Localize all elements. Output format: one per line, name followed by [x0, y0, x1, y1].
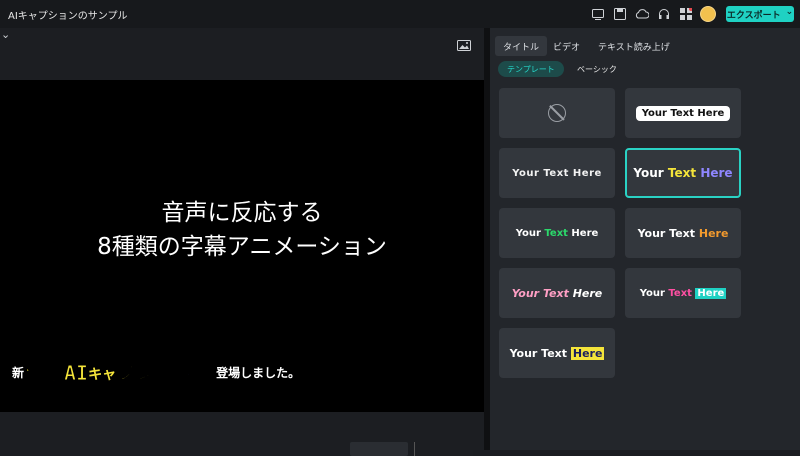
template-card[interactable]: Your Text Here: [499, 208, 615, 258]
caption-line-1: 音声に反応する: [161, 200, 323, 226]
chevron-down-icon[interactable]: ⌄: [1, 28, 10, 41]
template-card-selected[interactable]: Your Text Here: [625, 148, 741, 198]
template-card[interactable]: Your Text Here: [625, 208, 741, 258]
subtab-basic[interactable]: ベーシック: [568, 61, 626, 77]
template-card[interactable]: Your Text Here: [499, 148, 615, 198]
template-card[interactable]: Your Text Here: [625, 88, 741, 138]
top-bar: AIキャプションのサンプル エクスポート ⌄: [0, 0, 800, 28]
animated-caption: 新 機能 AI キャ プショ ン が 登場しました。: [12, 356, 301, 386]
preview-toolbar: ⌄: [0, 28, 484, 80]
template-preview-text: Your Text Here: [512, 167, 602, 179]
template-preview-text: Your Text Here: [511, 286, 603, 300]
template-card[interactable]: Your Text Here: [499, 328, 615, 378]
tab-title[interactable]: タイトル: [495, 36, 548, 56]
effects-panel: タイトル ビデオ テキスト読み上げ テンプレート ベーシック Your Text…: [490, 28, 800, 450]
tab-text-to-speech[interactable]: テキスト読み上げ: [590, 36, 678, 56]
avatar[interactable]: [700, 6, 716, 22]
caption-line-2: 8種類の字幕アニメーション: [97, 234, 387, 260]
current-time-box: [350, 442, 408, 456]
template-none[interactable]: [499, 88, 615, 138]
image-icon[interactable]: [457, 36, 471, 55]
caption-part: 機能: [24, 360, 65, 385]
timeline-bar: [0, 412, 484, 456]
duration-box: [414, 442, 473, 456]
template-preview-text: Your Text Here: [637, 226, 729, 240]
monitor-icon[interactable]: [590, 6, 606, 22]
save-icon[interactable]: [612, 6, 628, 22]
export-button[interactable]: エクスポート ⌄: [726, 6, 794, 22]
subtab-template[interactable]: テンプレート: [498, 61, 564, 77]
caption-part: プショ: [116, 360, 177, 385]
app-title: AIキャプションのサンプル: [8, 11, 128, 22]
template-preview-text: Your Text Here: [633, 166, 733, 180]
caption-part: 登場しました。: [216, 366, 301, 380]
caption-part: AI: [64, 361, 89, 386]
export-label: エクスポート: [726, 10, 781, 21]
tab-video[interactable]: ビデオ: [545, 36, 588, 56]
no-template-icon: [548, 104, 566, 122]
main-caption: 音声に反応する 8種類の字幕アニメーション: [0, 196, 484, 264]
caption-part: ン: [176, 360, 197, 385]
grid-apps-icon[interactable]: [678, 6, 694, 22]
caption-part: 新: [12, 366, 25, 380]
chevron-down-icon: ⌄: [785, 7, 794, 17]
cloud-icon[interactable]: [634, 6, 650, 22]
template-preview-text: Your Text Here: [509, 346, 605, 360]
headset-icon[interactable]: [656, 6, 672, 22]
template-card[interactable]: Your Text Here: [625, 268, 741, 318]
template-preview-text: Your Text Here: [635, 105, 731, 121]
template-card[interactable]: Your Text Here: [499, 268, 615, 318]
avatar-icon: [700, 6, 716, 22]
template-preview-text: Your Text Here: [515, 227, 599, 239]
template-preview-text: Your Text Here: [639, 287, 727, 299]
video-preview[interactable]: 音声に反応する 8種類の字幕アニメーション 新 機能 AI キャ プショ ン が…: [0, 80, 484, 412]
caption-part: が: [196, 360, 217, 385]
caption-part: キャ: [88, 367, 117, 383]
